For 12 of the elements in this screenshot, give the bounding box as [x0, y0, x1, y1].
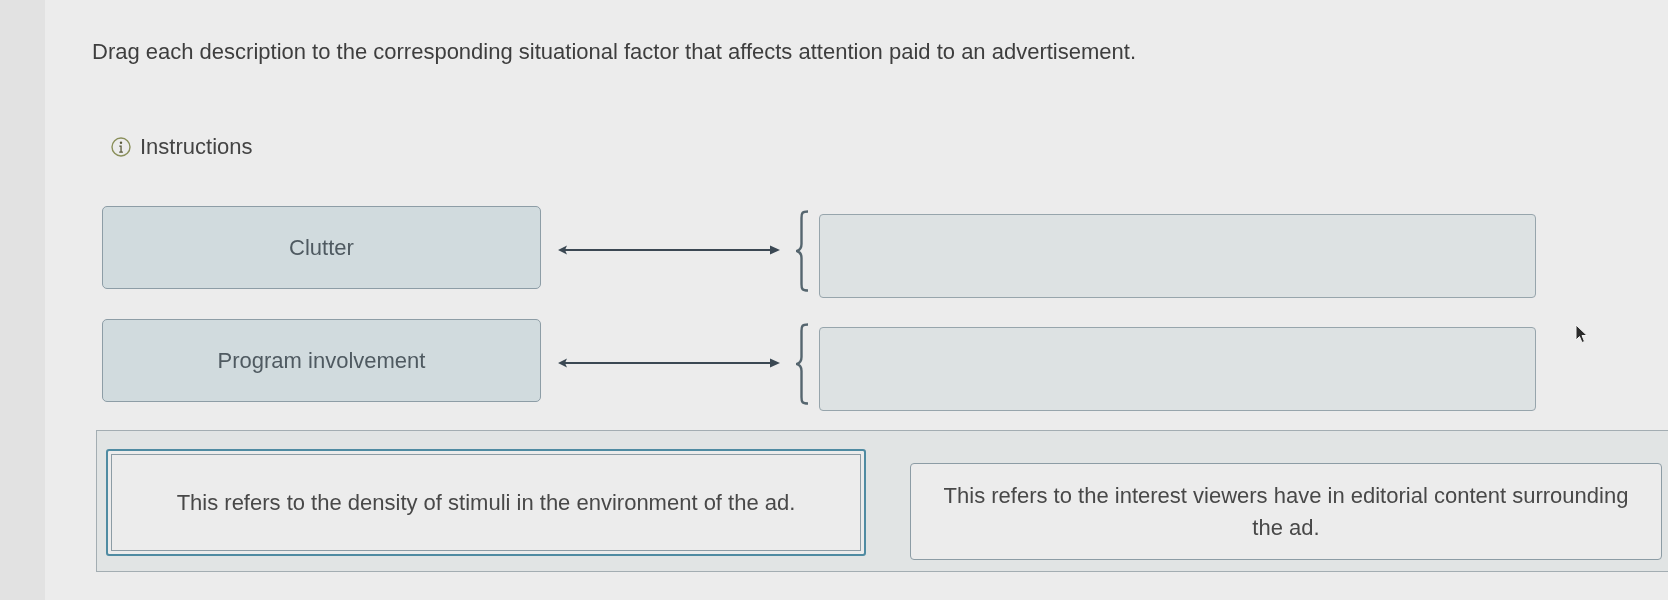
- drop-zone[interactable]: [819, 327, 1536, 411]
- factor-label: Clutter: [102, 206, 541, 289]
- drop-zone[interactable]: [819, 214, 1536, 298]
- factor-label: Program involvement: [102, 319, 541, 402]
- info-icon: [111, 137, 131, 157]
- description-card[interactable]: This refers to the interest viewers have in editorial content surrounding the ad.: [910, 463, 1662, 560]
- mouse-cursor-icon: [1575, 324, 1589, 344]
- instructions-toggle[interactable]: Instructions: [111, 134, 253, 160]
- curly-brace-icon: [796, 210, 809, 292]
- curly-brace-icon: [796, 323, 809, 405]
- description-card[interactable]: This refers to the density of stimuli in the environment of the ad.: [106, 449, 866, 556]
- question-prompt: Drag each description to the corresponding situational factor that affects attention paid to an advertisement.: [92, 39, 1136, 65]
